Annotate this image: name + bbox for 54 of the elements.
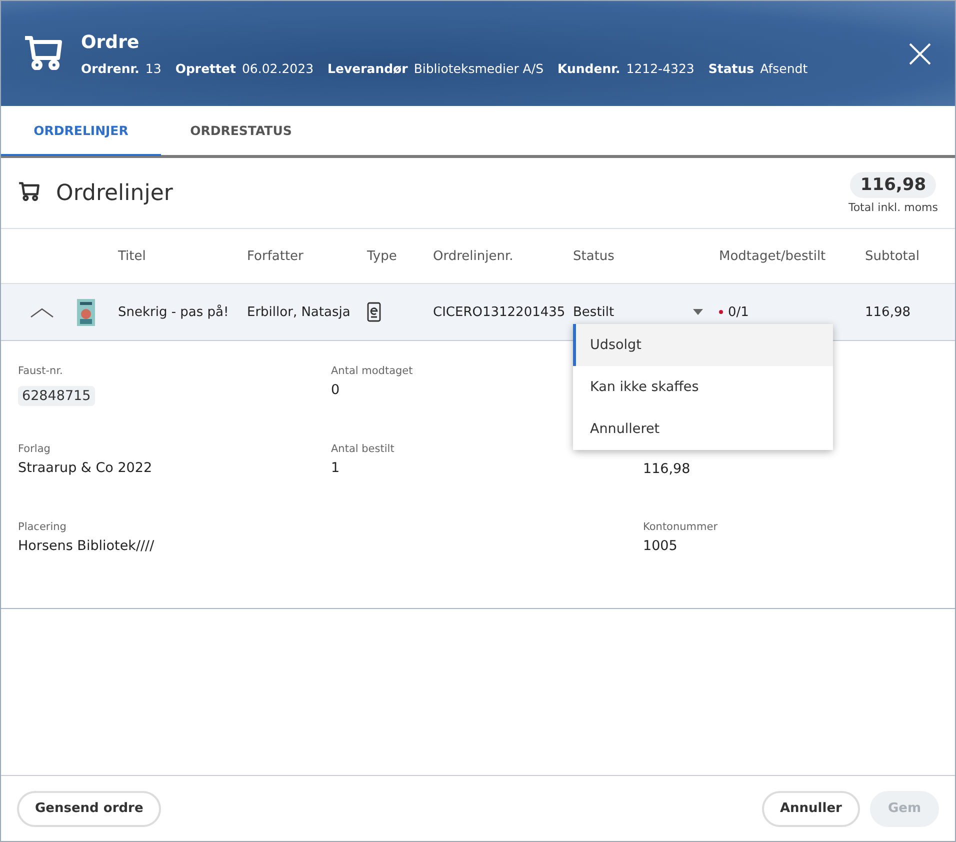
- meta-value: 06.02.2023: [242, 60, 314, 76]
- field-value: Horsens Bibliotek////: [18, 538, 154, 554]
- meta-label: Kundenr.: [558, 60, 620, 76]
- field-label: Antal bestilt: [331, 443, 394, 455]
- status-dot-icon: [719, 310, 723, 314]
- total-label: Total inkl. moms: [848, 201, 938, 214]
- menu-item[interactable]: Kan ikke skaffes: [573, 366, 833, 408]
- meta-label: Status: [708, 60, 754, 76]
- field-label: Placering: [18, 521, 66, 533]
- table-cell-text: 116,98: [865, 304, 912, 320]
- caret-icon: [693, 309, 703, 315]
- window-title: Ordre: [81, 32, 140, 52]
- field-label: Kontonummer: [643, 521, 718, 533]
- cart-icon: [18, 181, 40, 201]
- table-cell: 0/1: [728, 304, 749, 320]
- table-cell-text: Erbillor, Natasja: [247, 304, 352, 320]
- meta-value: 13: [145, 60, 162, 76]
- cancel-button[interactable]: Annuller: [762, 790, 860, 826]
- field-label: Forlag: [18, 443, 50, 455]
- tab[interactable]: ORDRELINJER: [1, 106, 161, 156]
- field-value: 1: [331, 460, 340, 476]
- total-amount: 116,98: [850, 172, 936, 198]
- menu-item[interactable]: Udsolgt: [573, 324, 833, 366]
- field-label: Faust-nr.: [18, 365, 63, 377]
- meta-label: Leverandør: [328, 60, 408, 76]
- column-header: Ordrelinjenr.: [433, 248, 514, 264]
- field-value: Straarup & Co 2022: [18, 460, 152, 476]
- field-label: Antal modtaget: [331, 365, 413, 377]
- meta-value: Biblioteksmedier A/S: [414, 60, 544, 76]
- field-value: 0: [331, 382, 340, 398]
- column-header: Modtaget/bestilt: [719, 248, 827, 264]
- column-header: Forfatter: [247, 248, 304, 264]
- field-value: 62848715: [18, 386, 95, 406]
- column-header: Subtotal: [865, 248, 920, 264]
- table-cell-text: Snekrig - pas på!: [118, 304, 230, 320]
- field-value: 116,98: [643, 461, 690, 477]
- field-value: 1005: [643, 538, 678, 554]
- meta-label: Ordrenr.: [81, 60, 140, 76]
- resend-button[interactable]: Gensend ordre: [17, 790, 162, 826]
- book-cover-icon: [77, 298, 95, 326]
- column-header: Type: [367, 248, 398, 264]
- menu-item[interactable]: Annulleret: [573, 408, 833, 450]
- section-title: Ordrelinjer: [56, 180, 174, 206]
- meta-value: 1212-4323: [626, 60, 694, 76]
- cart-icon: [23, 34, 63, 70]
- status-dropdown[interactable]: Bestilt: [573, 304, 719, 320]
- column-header: Status: [573, 248, 616, 264]
- meta-value: Afsendt: [760, 60, 808, 76]
- tab[interactable]: ORDRESTATUS: [161, 106, 321, 156]
- close-button[interactable]: [907, 40, 933, 66]
- meta-label: Oprettet: [175, 60, 236, 76]
- ebook-icon: [367, 302, 381, 322]
- column-header: Titel: [118, 248, 147, 264]
- table-cell-text: CICERO1312201435: [433, 304, 566, 320]
